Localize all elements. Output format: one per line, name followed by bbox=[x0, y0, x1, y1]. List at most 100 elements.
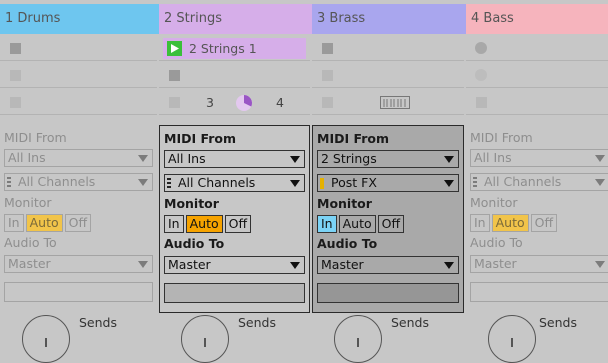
clip-stop-button[interactable] bbox=[10, 97, 21, 108]
send-knob[interactable] bbox=[181, 315, 229, 363]
monitor-auto-button[interactable]: Auto bbox=[491, 214, 529, 232]
send-knob[interactable] bbox=[488, 315, 536, 363]
midi-from-label: MIDI From bbox=[317, 131, 389, 146]
channel-value: All Channels bbox=[18, 174, 96, 189]
monitor-auto-button[interactable]: Auto bbox=[185, 215, 223, 233]
clip-slot[interactable]: 2 Strings 1 bbox=[159, 36, 310, 61]
clip-slot[interactable] bbox=[0, 63, 157, 88]
clip-slot[interactable] bbox=[466, 90, 608, 115]
clip-stop-button[interactable] bbox=[169, 70, 180, 81]
clip-stop-button[interactable] bbox=[10, 43, 21, 54]
monitor-in-button[interactable]: In bbox=[164, 215, 184, 233]
clip-stop-button[interactable] bbox=[476, 97, 487, 108]
clip-stop-button[interactable] bbox=[169, 97, 180, 108]
io-section: MIDI From All Ins All Channels Monitor I… bbox=[159, 125, 310, 313]
send-knob[interactable] bbox=[334, 315, 382, 363]
monitor-off-button[interactable]: Off bbox=[530, 214, 558, 232]
midi-from-value: All Ins bbox=[8, 150, 46, 165]
clip-stop-button[interactable] bbox=[322, 97, 333, 108]
output-channel-field[interactable] bbox=[317, 283, 459, 303]
clip-slot[interactable] bbox=[312, 90, 464, 115]
track-header-4[interactable]: 4 Bass bbox=[466, 4, 608, 34]
channel-dropdown[interactable]: Post FX bbox=[317, 174, 459, 192]
track-header-2[interactable]: 2 Strings bbox=[159, 4, 312, 34]
send-knob[interactable] bbox=[22, 315, 70, 363]
monitor-off-button[interactable]: Off bbox=[377, 215, 405, 233]
clip-slot[interactable] bbox=[312, 63, 464, 88]
clip-stop-button[interactable] bbox=[322, 43, 333, 54]
audio-to-value: Master bbox=[474, 256, 517, 271]
midi-from-label: MIDI From bbox=[164, 131, 236, 146]
clip[interactable]: 2 Strings 1 bbox=[163, 38, 306, 59]
track-3-brass: 3 Brass MIDI From 2 Strings Post FX Moni… bbox=[312, 0, 466, 363]
channel-icon bbox=[7, 177, 11, 188]
clip-slot[interactable] bbox=[0, 36, 157, 61]
midi-from-label: MIDI From bbox=[470, 130, 533, 145]
monitor-auto-button[interactable]: Auto bbox=[25, 214, 63, 232]
sends-label: Sends bbox=[238, 315, 276, 330]
loop-end: 4 bbox=[276, 95, 284, 110]
channel-dropdown[interactable]: All Channels bbox=[470, 173, 608, 191]
monitor-buttons: In Auto Off bbox=[164, 215, 252, 233]
sends-section: Sends bbox=[466, 311, 608, 363]
sends-section: Sends bbox=[159, 311, 310, 363]
midi-from-dropdown[interactable]: 2 Strings bbox=[317, 150, 459, 168]
output-channel-field[interactable] bbox=[4, 282, 153, 302]
monitor-off-button[interactable]: Off bbox=[224, 215, 252, 233]
audio-to-value: Master bbox=[168, 257, 211, 272]
chevron-down-icon bbox=[138, 261, 148, 268]
monitor-in-button[interactable]: In bbox=[317, 215, 337, 233]
monitor-label: Monitor bbox=[164, 196, 219, 211]
monitor-buttons: In Auto Off bbox=[470, 214, 558, 232]
audio-to-dropdown[interactable]: Master bbox=[317, 256, 459, 274]
audio-to-label: Audio To bbox=[4, 235, 57, 250]
clip-record-button[interactable] bbox=[475, 69, 487, 81]
monitor-buttons: In Auto Off bbox=[317, 215, 405, 233]
channel-value: All Channels bbox=[178, 175, 256, 190]
track-header-1[interactable]: 1 Drums bbox=[0, 4, 159, 34]
chevron-down-icon bbox=[138, 155, 148, 162]
clip-slot[interactable] bbox=[466, 63, 608, 88]
audio-to-dropdown[interactable]: Master bbox=[4, 255, 153, 273]
clip-slot[interactable] bbox=[159, 63, 310, 88]
midi-from-value: 2 Strings bbox=[321, 151, 377, 166]
output-channel-field[interactable] bbox=[470, 282, 608, 302]
midi-from-dropdown[interactable]: All Ins bbox=[164, 150, 305, 168]
meter-icon bbox=[380, 96, 410, 109]
io-section: MIDI From All Ins All Channels Monitor I… bbox=[466, 125, 608, 311]
track-header-3[interactable]: 3 Brass bbox=[312, 4, 466, 34]
channel-value: Post FX bbox=[331, 175, 377, 190]
clip-stop-button[interactable] bbox=[10, 70, 21, 81]
channel-dropdown[interactable]: All Channels bbox=[164, 174, 305, 192]
clip-slot[interactable] bbox=[466, 36, 608, 61]
chevron-down-icon bbox=[444, 180, 454, 187]
monitor-auto-button[interactable]: Auto bbox=[338, 215, 376, 233]
clip-stop-button[interactable] bbox=[322, 70, 333, 81]
sends-section: Sends bbox=[312, 311, 464, 363]
channel-dropdown[interactable]: All Channels bbox=[4, 173, 153, 191]
midi-from-value: All Ins bbox=[474, 150, 512, 165]
clip-record-button[interactable] bbox=[475, 42, 487, 54]
clip-name: 2 Strings 1 bbox=[189, 41, 257, 56]
audio-to-label: Audio To bbox=[470, 235, 523, 250]
sends-section: Sends bbox=[0, 311, 157, 363]
monitor-in-button[interactable]: In bbox=[470, 214, 490, 232]
audio-to-label: Audio To bbox=[164, 236, 225, 251]
monitor-off-button[interactable]: Off bbox=[64, 214, 92, 232]
midi-from-dropdown[interactable]: All Ins bbox=[4, 149, 153, 167]
monitor-in-button[interactable]: In bbox=[4, 214, 24, 232]
clip-slot[interactable] bbox=[312, 36, 464, 61]
sends-label: Sends bbox=[539, 315, 577, 330]
chevron-down-icon bbox=[290, 156, 300, 163]
midi-from-dropdown[interactable]: All Ins bbox=[470, 149, 608, 167]
chevron-down-icon bbox=[138, 179, 148, 186]
audio-to-dropdown[interactable]: Master bbox=[164, 256, 305, 274]
chevron-down-icon bbox=[290, 180, 300, 187]
output-channel-field[interactable] bbox=[164, 283, 305, 303]
midi-from-value: All Ins bbox=[168, 151, 206, 166]
clip-launch-button[interactable] bbox=[167, 41, 182, 56]
clip-slot[interactable]: 3 4 bbox=[159, 90, 310, 115]
clip-slot[interactable] bbox=[0, 90, 157, 115]
loop-start: 3 bbox=[206, 95, 214, 110]
audio-to-dropdown[interactable]: Master bbox=[470, 255, 608, 273]
